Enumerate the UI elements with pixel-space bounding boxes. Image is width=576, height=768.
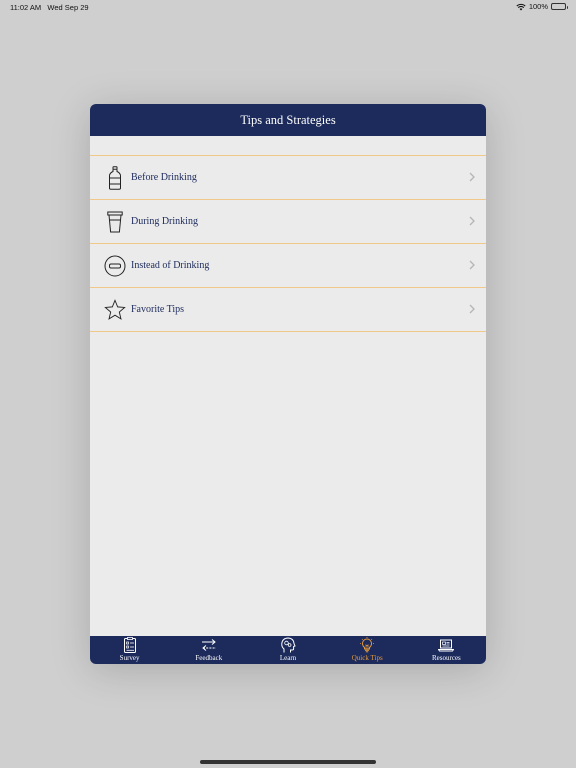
list-item-during-drinking[interactable]: During Drinking xyxy=(90,200,486,244)
cup-icon xyxy=(104,209,126,235)
lightbulb-icon xyxy=(360,637,375,653)
status-bar: 11:02 AM Wed Sep 29 100% xyxy=(0,0,576,14)
tips-modal: Tips and Strategies Before Drinking Duri… xyxy=(90,104,486,664)
laptop-icon xyxy=(438,639,455,652)
status-date: Wed Sep 29 xyxy=(47,3,89,12)
list-item-label: During Drinking xyxy=(131,216,198,227)
tips-list: Before Drinking During Drinking Instead … xyxy=(90,155,486,332)
tab-label: Feedback xyxy=(195,654,223,662)
list-item-label: Favorite Tips xyxy=(131,304,185,315)
tab-bar: Survey Feedback Learn Quick Tips Resourc… xyxy=(90,636,486,664)
chevron-right-icon xyxy=(469,216,475,226)
tab-label: Learn xyxy=(279,654,297,662)
chevron-right-icon xyxy=(469,260,475,270)
list-item-label: Instead of Drinking xyxy=(131,260,210,271)
tab-label: Quick Tips xyxy=(351,654,383,662)
status-time: 11:02 AM Wed Sep 29 xyxy=(10,3,89,12)
minus-circle-icon xyxy=(104,253,126,279)
arrows-exchange-icon xyxy=(201,639,216,651)
tab-resources[interactable]: Resources xyxy=(407,636,486,664)
battery-icon xyxy=(551,3,568,10)
tab-label: Resources xyxy=(432,654,461,662)
chevron-right-icon xyxy=(469,304,475,314)
chevron-right-icon xyxy=(469,172,475,182)
list-item-before-drinking[interactable]: Before Drinking xyxy=(90,156,486,200)
status-clock: 11:02 AM xyxy=(10,3,42,12)
tab-quick-tips[interactable]: Quick Tips xyxy=(328,636,407,664)
page-title: Tips and Strategies xyxy=(240,112,336,127)
home-indicator[interactable] xyxy=(200,760,376,764)
water-bottle-icon xyxy=(104,165,126,191)
clipboard-icon xyxy=(123,637,136,653)
list-item-label: Before Drinking xyxy=(131,172,197,183)
tab-label: Survey xyxy=(119,654,140,662)
wifi-icon xyxy=(516,3,526,10)
tab-feedback[interactable]: Feedback xyxy=(169,636,248,664)
list-item-instead-of-drinking[interactable]: Instead of Drinking xyxy=(90,244,486,288)
tab-learn[interactable]: Learn xyxy=(248,636,327,664)
status-right: 100% xyxy=(516,2,568,11)
battery-percent: 100% xyxy=(528,2,548,11)
modal-header: Tips and Strategies xyxy=(90,104,486,136)
list-item-favorite-tips[interactable]: Favorite Tips xyxy=(90,288,486,332)
head-gears-icon xyxy=(281,637,296,653)
star-icon xyxy=(104,297,126,323)
tab-survey[interactable]: Survey xyxy=(90,636,169,664)
